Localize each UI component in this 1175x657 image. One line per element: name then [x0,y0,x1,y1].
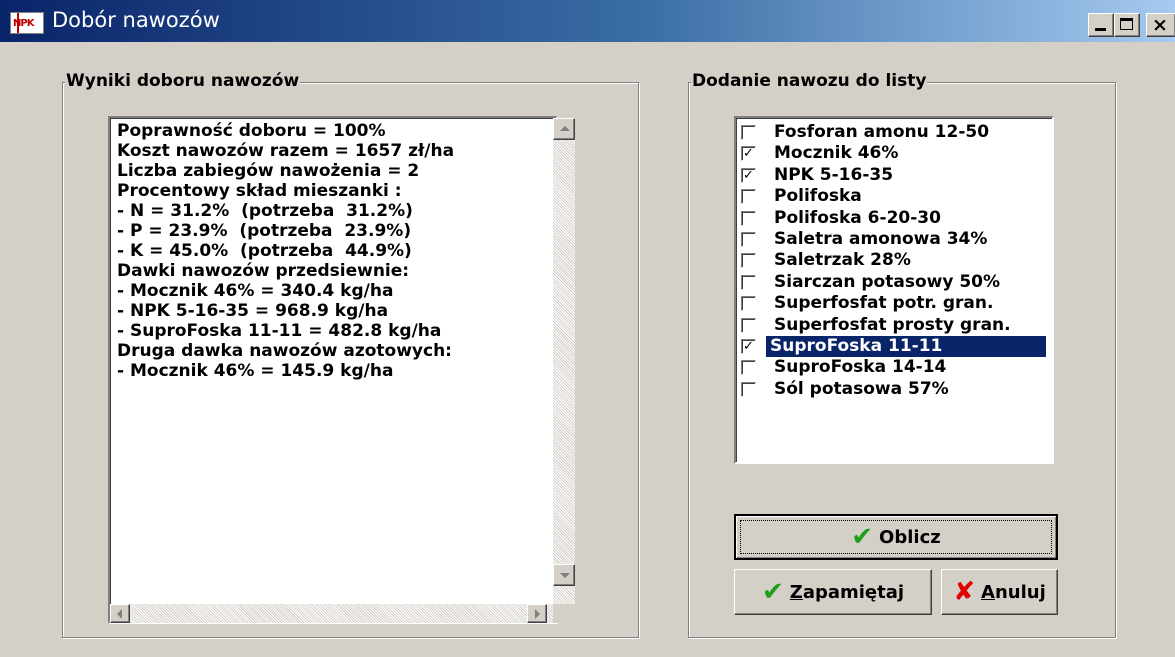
cross-icon: ✘ [953,577,976,607]
checkbox-unchecked[interactable] [741,360,756,376]
fertilizer-item-label: Saletrzak 28% [774,250,911,271]
result-line: - NPK 5-16-35 = 968.9 kg/ha [117,301,389,321]
result-line: - K = 45.0% (potrzeba 44.9%) [117,241,412,261]
minimize-button[interactable] [1088,13,1114,37]
scroll-up-button[interactable] [553,118,575,140]
title-bar[interactable]: NPK Dobór nawozów × [0,0,1175,42]
checkbox-checked[interactable]: ✓ [741,339,756,354]
fertilizer-group-title: Dodanie nawozu do listy [691,71,928,91]
arrow-down-icon [560,573,570,578]
fertilizer-item[interactable]: Polifoska 6-20-30 [738,208,1050,229]
fertilizer-item-label: Siarczan potasowy 50% [774,271,1001,292]
fertilizer-item-label: Mocznik 46% [774,143,899,164]
close-icon: × [1152,14,1168,36]
fertilizer-item-label: NPK 5-16-35 [774,164,894,185]
results-vertical-scrollbar[interactable] [553,118,575,606]
fertilizer-item[interactable]: Siarczan potasowy 50% [738,272,1050,293]
fertilizer-item-label: Fosforan amonu 12-50 [774,122,990,142]
result-line: Poprawność doboru = 100% [117,121,386,141]
fertilizer-item-label: Polifoska 6-20-30 [774,207,941,228]
scroll-right-button[interactable] [527,604,547,623]
window-title: Dobór nawozów [52,8,220,32]
fertilizer-item[interactable]: ✓ Mocznik 46% [738,143,1050,164]
cancel-button-label: nuluj [994,581,1046,603]
checkbox-unchecked[interactable] [741,381,756,397]
minimize-icon [1095,28,1106,31]
checkbox-checked[interactable]: ✓ [741,146,756,162]
checkbox-checked[interactable]: ✓ [741,167,756,183]
result-line: Dawki nawozów przedsiewnie: [117,261,410,281]
result-line: - P = 23.9% (potrzeba 23.9%) [117,221,412,241]
result-line: - Mocznik 46% = 340.4 kg/ha [117,281,394,301]
save-button[interactable]: ✔ Zapamiętaj [734,569,932,615]
scroll-down-button[interactable] [553,564,575,586]
result-line: Procentowy skład mieszanki : [117,181,402,201]
checkbox-unchecked[interactable] [741,274,756,290]
fertilizer-item[interactable]: SuproFoska 14-14 [738,357,1050,378]
scrollbar-corner [553,604,575,623]
fertilizer-item[interactable]: Superfosfat potr. gran. [738,293,1050,314]
result-line: - SuproFoska 11-11 = 482.8 kg/ha [117,321,442,341]
checkbox-unchecked[interactable] [741,189,756,205]
fertilizer-item[interactable]: Superfosfat prosty gran. [738,315,1050,336]
checkbox-unchecked[interactable] [741,125,756,140]
arrow-right-icon [535,609,540,619]
fertilizer-item[interactable]: Sól potasowa 57% [738,379,1050,400]
calculate-button[interactable]: ✔ Oblicz [734,514,1058,560]
results-group-title: Wyniki doboru nawozów [65,71,301,91]
result-line: Druga dawka nawozów azotowych: [117,341,452,361]
save-hotkey: Z [789,581,803,603]
results-horizontal-scrollbar[interactable] [110,604,553,623]
check-icon: ✔ [761,577,784,607]
checkbox-unchecked[interactable] [741,253,756,269]
fertilizer-item-label: Superfosfat prosty gran. [774,314,1011,335]
fertilizer-item-label: Saletra amonowa 34% [774,229,988,249]
maximize-button[interactable] [1114,13,1140,37]
fertilizer-item[interactable]: Polifoska [738,186,1050,207]
results-lines: Poprawność doboru = 100% Koszt nawozów ra… [117,121,454,381]
cancel-button[interactable]: ✘ Anuluj [941,569,1058,615]
result-line: Koszt nawozów razem = 1657 zł/ha [117,141,455,161]
fertilizer-item[interactable]: Saletrzak 28% [738,250,1050,271]
checkbox-unchecked[interactable] [741,317,756,333]
checkbox-unchecked[interactable] [741,210,756,226]
fertilizer-item-label: Polifoska [774,186,862,207]
fertilizer-checklist[interactable]: Fosforan amonu 12-50 ✓ Mocznik 46% ✓ NPK 5-1… [734,116,1054,464]
fertilizer-item[interactable]: ✓ SuproFoska 11-11 [738,336,1050,357]
maximize-icon [1120,18,1133,30]
fertilizer-item-label: SuproFoska 11-11 [766,336,1046,357]
npk-app-icon[interactable]: NPK [10,12,44,34]
fertilizer-item-label: Superfosfat potr. gran. [774,293,994,314]
arrow-up-icon [560,126,570,131]
fertilizer-item-label: Sól potasowa 57% [774,378,949,399]
save-button-label: apamiętaj [802,581,905,603]
results-textbox[interactable]: Poprawność doboru = 100% Koszt nawozów ra… [108,116,558,624]
result-line: - Mocznik 46% = 145.9 kg/ha [117,361,394,381]
result-line: - N = 31.2% (potrzeba 31.2%) [117,201,413,221]
arrow-left-icon [117,609,122,619]
checkbox-unchecked[interactable] [741,296,756,312]
fertilizer-item[interactable]: Saletra amonowa 34% [738,229,1050,250]
cancel-hotkey: A [981,581,995,603]
result-line: Liczba zabiegów nawożenia = 2 [117,161,420,181]
fertilizer-item[interactable]: ✓ NPK 5-16-35 [738,165,1050,186]
fertilizer-item[interactable]: Fosforan amonu 12-50 [738,122,1050,143]
checkbox-unchecked[interactable] [741,232,756,247]
scroll-left-button[interactable] [110,604,130,623]
close-button[interactable]: × [1146,13,1175,37]
focus-rectangle [740,520,1052,554]
fertilizer-item-label: SuproFoska 14-14 [774,357,947,378]
